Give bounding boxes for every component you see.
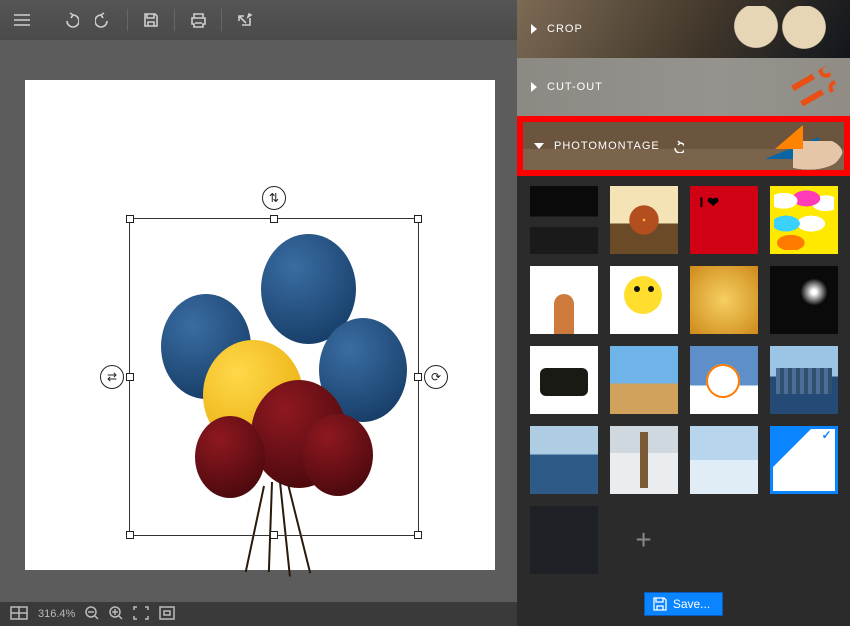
template-thumb[interactable] <box>530 426 598 494</box>
separator <box>174 9 175 31</box>
actual-size-icon[interactable] <box>159 606 175 623</box>
save-icon[interactable] <box>137 6 165 34</box>
resize-handle[interactable] <box>414 215 422 223</box>
save-icon <box>653 597 667 611</box>
template-thumb[interactable] <box>690 266 758 334</box>
rotate-icon[interactable]: ⟳ <box>424 365 448 389</box>
chevron-right-icon <box>531 24 537 34</box>
section-label: CROP <box>547 23 583 35</box>
resize-handle[interactable] <box>270 531 278 539</box>
menu-icon[interactable] <box>8 6 36 34</box>
template-thumb[interactable] <box>770 186 838 254</box>
chevron-down-icon <box>534 143 544 149</box>
share-icon[interactable] <box>231 6 259 34</box>
template-thumb[interactable] <box>610 186 678 254</box>
chevron-right-icon <box>531 82 537 92</box>
print-icon[interactable] <box>184 6 212 34</box>
template-thumb-selected[interactable] <box>770 426 838 494</box>
undo-section-icon[interactable] <box>670 139 684 153</box>
template-thumb[interactable] <box>770 266 838 334</box>
template-thumb[interactable] <box>690 186 758 254</box>
save-row: Save... <box>517 582 850 626</box>
resize-handle[interactable] <box>126 215 134 223</box>
fit-screen-icon[interactable] <box>133 606 149 623</box>
template-thumb[interactable] <box>610 426 678 494</box>
template-grid: + <box>517 176 850 582</box>
template-thumb[interactable] <box>690 346 758 414</box>
section-photomontage[interactable]: PHOTOMONTAGE <box>517 116 850 176</box>
section-label: PHOTOMONTAGE <box>554 140 660 152</box>
zoom-out-icon[interactable] <box>85 606 99 623</box>
template-thumb[interactable] <box>530 186 598 254</box>
resize-handle[interactable] <box>414 531 422 539</box>
template-thumb[interactable] <box>610 346 678 414</box>
separator <box>221 9 222 31</box>
selection-bounding-box[interactable]: ⇅ ⇄ ⟳ <box>129 218 419 536</box>
save-button[interactable]: Save... <box>644 592 723 616</box>
template-thumb[interactable] <box>690 426 758 494</box>
template-thumb[interactable] <box>770 346 838 414</box>
right-panel: CROP CUT-OUT PHOTOMONTAGE + Save... <box>517 0 850 626</box>
flip-horizontal-icon[interactable]: ⇄ <box>100 365 124 389</box>
undo-icon[interactable] <box>56 6 84 34</box>
canvas[interactable]: ⇅ ⇄ ⟳ <box>25 80 495 570</box>
resize-handle[interactable] <box>126 373 134 381</box>
swap-axes-icon[interactable]: ⇅ <box>262 186 286 210</box>
redo-icon[interactable] <box>90 6 118 34</box>
resize-handle[interactable] <box>414 373 422 381</box>
zoom-value: 316.4% <box>38 608 75 620</box>
add-template-button[interactable]: + <box>610 506 678 574</box>
status-bar: 316.4% <box>0 602 517 626</box>
save-button-label: Save... <box>673 597 710 611</box>
dimensions-icon <box>10 606 28 623</box>
resize-handle[interactable] <box>126 531 134 539</box>
section-label: CUT-OUT <box>547 81 603 93</box>
section-crop[interactable]: CROP <box>517 0 850 58</box>
zoom-in-icon[interactable] <box>109 606 123 623</box>
separator <box>127 9 128 31</box>
template-thumb[interactable] <box>530 266 598 334</box>
template-thumb[interactable] <box>530 346 598 414</box>
resize-handle[interactable] <box>270 215 278 223</box>
template-thumb[interactable] <box>530 506 598 574</box>
editor-canvas-area: ⇅ ⇄ ⟳ 316.4% <box>0 40 517 626</box>
section-cutout[interactable]: CUT-OUT <box>517 58 850 116</box>
template-thumb[interactable] <box>610 266 678 334</box>
